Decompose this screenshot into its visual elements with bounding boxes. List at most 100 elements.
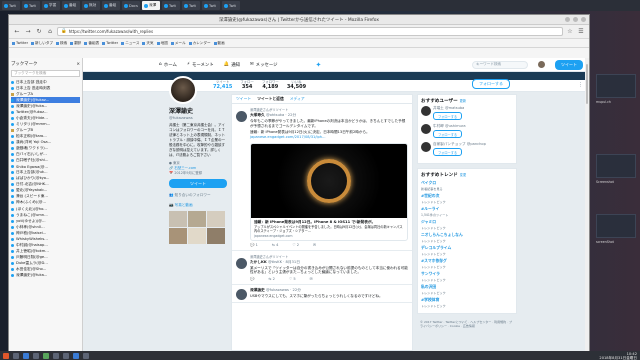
browser-tab[interactable]: Twit [222, 1, 240, 10]
user-avatar[interactable] [421, 124, 431, 134]
nav-moments[interactable]: ⚡ モーメント [187, 62, 214, 68]
tweet-avatar[interactable] [236, 111, 247, 122]
profile-avatar[interactable] [169, 76, 197, 104]
dm-icon[interactable]: ✉ [313, 243, 316, 247]
browser-tab[interactable]: Twit [162, 1, 180, 10]
like-icon[interactable]: ♡ 2 [292, 243, 299, 247]
browser-tab[interactable]: 無効 [82, 1, 100, 10]
like-icon[interactable]: ♡ 5 [289, 277, 296, 281]
media-thumbnail[interactable] [169, 228, 187, 244]
trend-item[interactable]: #ルーライ 1,541件のツイート [421, 206, 513, 217]
start-menu-icon[interactable] [3, 352, 9, 359]
reply-icon[interactable]: 💬 [250, 277, 254, 281]
back-arrow-icon[interactable]: ← [13, 28, 21, 36]
timeline-tab[interactable]: メディア [290, 96, 305, 102]
taskbar-app-icon[interactable] [83, 352, 89, 359]
media-thumbnail[interactable] [188, 228, 206, 244]
trend-item[interactable]: ペイクロ 新着記事を見る [421, 180, 513, 191]
timeline-tab[interactable]: ツイート [236, 96, 251, 102]
trend-item[interactable]: ジャミロ トレンドトピック [421, 219, 513, 230]
timeline-tab[interactable]: ツイートと返信 [257, 96, 284, 102]
taskbar-app-icon[interactable] [13, 352, 19, 359]
browser-tab[interactable]: Twit [182, 1, 200, 10]
bookmark-toolbar-item[interactable]: 天気 [142, 41, 154, 46]
browser-tab[interactable]: 学習 [42, 1, 60, 10]
trend-item[interactable]: サンワイラ トレンドトピック [421, 271, 513, 282]
bookmark-toolbar-item[interactable]: 翻訳 [70, 41, 81, 46]
nav-notifications[interactable]: 🔔 通知 [224, 62, 240, 68]
reload-icon[interactable]: ↻ [35, 28, 43, 36]
taskbar-app-icon[interactable] [73, 352, 79, 359]
browser-tab[interactable]: 番組 [62, 1, 80, 10]
profile-stat[interactable]: ツイート 72,415 [213, 79, 232, 91]
follow-button[interactable]: フォローする [472, 79, 510, 89]
follow-user-button[interactable]: フォローする [433, 148, 463, 156]
bookmark-toolbar-item[interactable]: 地図 [156, 41, 168, 46]
follow-user-button[interactable]: フォローする [433, 130, 463, 138]
menu-icon[interactable]: ☰ [577, 28, 585, 36]
bookmark-toolbar-item[interactable]: Twitter [102, 41, 118, 45]
tweet-avatar[interactable] [236, 289, 247, 301]
home-icon[interactable]: ⌂ [46, 28, 54, 36]
bookmark-search-input[interactable]: ブックマークを検索 [11, 70, 80, 77]
link-card[interactable]: 速報：新 iPhone発表は9月12日。iPhone 8 & iOS11 で!新… [250, 143, 408, 241]
close-button[interactable] [581, 17, 586, 22]
taskbar-app-icon[interactable] [53, 352, 59, 359]
media-thumbnail[interactable] [169, 211, 187, 227]
desktop-file-thumbnail[interactable] [596, 74, 636, 98]
taskbar-app-icon[interactable] [43, 352, 49, 359]
bookmark-item[interactable]: 深澤諭史(@fuka... [11, 273, 80, 279]
tweet-link[interactable]: japanese.engadget.com/2017/08/31/iph... [250, 135, 408, 140]
bookmark-toolbar-item[interactable]: ニュース [121, 41, 139, 46]
trend-item[interactable]: デレコルプライム トレンドトピック [421, 245, 513, 256]
change-trends-link[interactable]: 変更 [460, 173, 466, 177]
user-avatar[interactable] [421, 106, 431, 116]
profile-stat[interactable]: いいね 34,509 [287, 79, 306, 91]
window-titlebar[interactable]: 深澤諭史(@fukazawas)さん | Twitterから送信されたツイート … [9, 15, 589, 25]
bookmark-star-icon[interactable]: ☆ [566, 28, 574, 36]
media-thumbnail[interactable] [188, 211, 206, 227]
taskbar-app-icon[interactable] [63, 352, 69, 359]
browser-tab[interactable]: 番組 [102, 1, 120, 10]
user-avatar[interactable] [421, 142, 431, 152]
retweet-icon[interactable]: ⇆ 4 [272, 243, 278, 247]
tweet-to-button[interactable]: ツイート [169, 179, 227, 188]
trend-item[interactable]: #世紀の次 トレンドトピック [421, 193, 513, 204]
twitter-search-input[interactable]: キーワード検索 [472, 60, 528, 69]
trend-item[interactable]: #学校体育 トレンドトピック [421, 297, 513, 308]
taskbar-app-icon[interactable] [33, 352, 39, 359]
dm-icon[interactable]: ✉ [310, 277, 313, 281]
browser-tab[interactable]: Twit [22, 1, 40, 10]
bookmark-toolbar-item[interactable]: 検索 [56, 41, 67, 46]
browser-tab[interactable]: Twit [2, 1, 20, 10]
account-avatar[interactable] [538, 61, 545, 68]
trend-item[interactable]: ニオしらんこちょしなん トレンドトピック [421, 232, 513, 243]
nav-home[interactable]: ⌂ ホーム [159, 62, 177, 68]
tweet[interactable]: 深澤諭史さんがリツイート 大塚寿久 @ohtsuka · 22分 今年もこの季節… [232, 104, 412, 251]
desktop-file-thumbnail[interactable] [596, 214, 636, 238]
bookmark-toolbar-item[interactable]: メール [170, 41, 186, 46]
page-scrollbar[interactable] [585, 58, 589, 351]
suggested-user[interactable]: 自家製パンチョップ @panchop フォローする [421, 142, 513, 156]
media-thumbnail[interactable] [207, 211, 225, 227]
tweet-avatar[interactable] [236, 257, 247, 269]
media-thumbnail[interactable] [207, 228, 225, 244]
trend-item[interactable]: #スマホ依存グ トレンドトピック [421, 258, 513, 269]
desktop-file-thumbnail[interactable] [596, 154, 636, 178]
profile-handle[interactable]: @fukazawas [169, 115, 227, 120]
media-section-link[interactable]: 📷 写真と動画 [169, 203, 227, 208]
maximize-button[interactable] [573, 17, 578, 22]
refresh-link[interactable]: 更新 [460, 99, 466, 103]
taskbar-app-icon[interactable] [23, 352, 29, 359]
bookmark-toolbar-item[interactable]: カレンダー [188, 41, 211, 46]
compose-tweet-button[interactable]: ツイート [555, 59, 583, 70]
nav-messages[interactable]: ✉ メッセージ [250, 62, 278, 68]
suggested-user[interactable]: 井端土 @matsuba フォローする [421, 106, 513, 120]
profile-name[interactable]: 深澤諭史 [169, 106, 227, 115]
follow-user-button[interactable]: フォローする [433, 112, 463, 120]
scrollbar-thumb[interactable] [586, 64, 588, 104]
retweet-icon[interactable]: ⇆ 2 [268, 277, 274, 281]
profile-stat[interactable]: フォロワー 4,189 [262, 79, 279, 91]
twitter-bird-icon[interactable]: ✦ [316, 61, 322, 69]
taskbar-clock[interactable]: 10:42 2018年8月31日金曜日 [599, 352, 637, 360]
